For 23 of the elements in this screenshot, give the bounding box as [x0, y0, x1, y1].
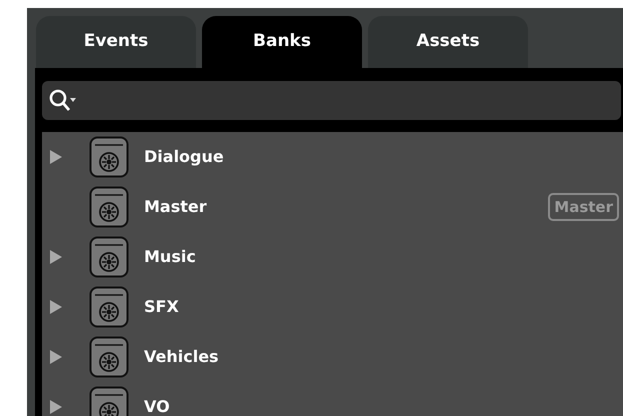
search-field[interactable] [42, 81, 621, 120]
expand-arrow-icon[interactable] [50, 150, 62, 164]
bank-icon [89, 236, 129, 278]
bank-icon [89, 386, 129, 416]
bank-name[interactable]: Music [144, 245, 196, 269]
tab[interactable]: Assets [368, 16, 528, 68]
bank-icon [89, 286, 129, 328]
expand-arrow-icon[interactable] [50, 300, 62, 314]
tab[interactable]: Banks [202, 16, 362, 68]
bank-name[interactable]: VO [144, 395, 170, 416]
bank-name[interactable]: Master [144, 195, 207, 219]
tab[interactable]: Events [36, 16, 196, 68]
bank-name[interactable]: SFX [144, 295, 179, 319]
bank-tag: Master [548, 193, 619, 221]
search-icon[interactable] [48, 88, 78, 114]
bank-name[interactable]: Dialogue [144, 145, 224, 169]
bank-icon [89, 136, 129, 178]
bank-icon [89, 336, 129, 378]
bank-name[interactable]: Vehicles [144, 345, 219, 369]
bank-icon [89, 186, 129, 228]
expand-arrow-icon[interactable] [50, 250, 62, 264]
expand-arrow-icon[interactable] [50, 350, 62, 364]
expand-arrow-icon[interactable] [50, 400, 62, 414]
